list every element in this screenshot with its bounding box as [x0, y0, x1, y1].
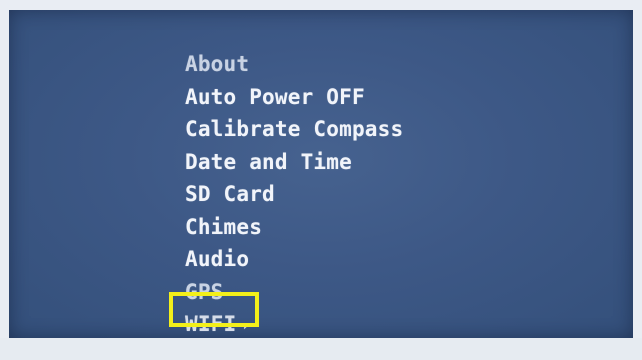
menu-item-chimes[interactable]: Chimes — [185, 211, 403, 244]
selection-highlight-box — [169, 292, 259, 327]
photo-frame: About Auto Power OFF Calibrate Compass D… — [0, 0, 642, 360]
menu-item-auto-power-off[interactable]: Auto Power OFF — [185, 81, 403, 114]
menu-item-sd-card[interactable]: SD Card — [185, 178, 403, 211]
menu-item-audio[interactable]: Audio — [185, 243, 403, 276]
menu-item-about[interactable]: About — [185, 48, 403, 81]
menu-item-calibrate-compass[interactable]: Calibrate Compass — [185, 113, 403, 146]
device-screen: About Auto Power OFF Calibrate Compass D… — [9, 10, 633, 338]
photo-bottom-border — [0, 338, 642, 360]
menu-item-date-and-time[interactable]: Date and Time — [185, 146, 403, 179]
